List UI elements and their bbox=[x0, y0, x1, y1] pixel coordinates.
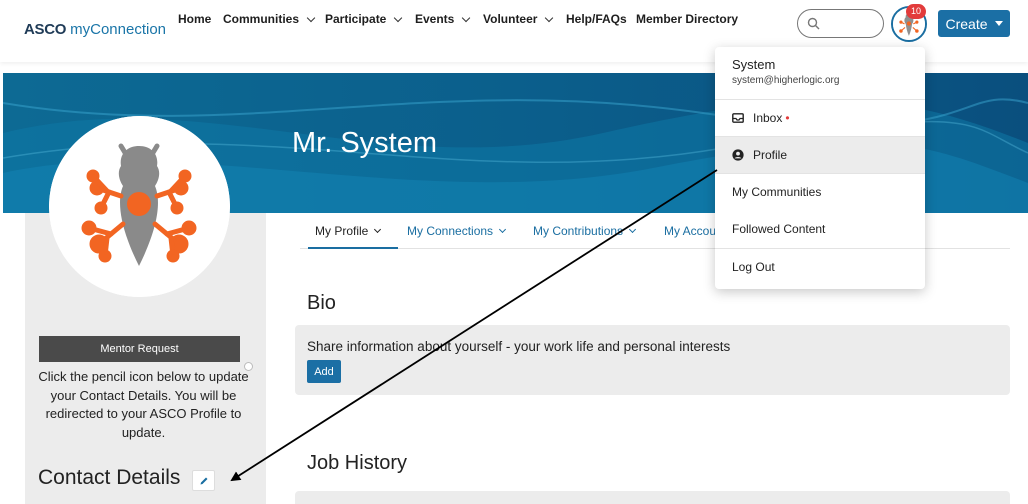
job-history-panel bbox=[295, 491, 1010, 504]
menu-item-log-out[interactable]: Log Out bbox=[715, 249, 925, 285]
active-tab-indicator bbox=[308, 247, 398, 249]
menu-item-inbox[interactable]: Inbox • bbox=[715, 100, 925, 136]
tab-my-account[interactable]: My Accou bbox=[664, 224, 716, 238]
tab-my-connections[interactable]: My Connections bbox=[407, 224, 507, 238]
tab-my-connections-label: My Connections bbox=[407, 224, 494, 238]
nav-help-label: Help/FAQs bbox=[566, 12, 627, 26]
create-button[interactable]: Create bbox=[938, 10, 1010, 37]
menu-item-log-out-label: Log Out bbox=[732, 260, 775, 274]
nav-member-directory-label: Member Directory bbox=[636, 12, 739, 26]
pencil-icon bbox=[200, 477, 207, 484]
profile-picture bbox=[49, 116, 230, 297]
site-logo[interactable]: ASCO myConnection bbox=[24, 21, 166, 38]
tab-my-contributions-label: My Contributions bbox=[533, 224, 624, 238]
profile-name: Mr. System bbox=[292, 127, 438, 159]
tab-my-profile[interactable]: My Profile bbox=[315, 224, 382, 238]
nav-events-label: Events bbox=[415, 12, 455, 26]
tab-my-account-label: My Accou bbox=[664, 224, 717, 238]
page: Mr. System ASCO myConnection Home Communi… bbox=[0, 0, 1028, 504]
contact-details-instructions: Click the pencil icon below to update yo… bbox=[38, 369, 249, 440]
nav-communities[interactable]: Communities bbox=[223, 12, 316, 26]
chevron-down-icon bbox=[629, 225, 637, 234]
inbox-icon bbox=[732, 112, 744, 124]
nav-home[interactable]: Home bbox=[178, 12, 211, 26]
nav-participate-label: Participate bbox=[325, 12, 387, 26]
job-history-heading: Job History bbox=[307, 452, 408, 474]
nav-volunteer[interactable]: Volunteer bbox=[483, 12, 554, 26]
nav-volunteer-label: Volunteer bbox=[483, 12, 538, 26]
contact-details-heading: Contact Details bbox=[38, 466, 181, 489]
nav-member-directory[interactable]: Member Directory bbox=[636, 12, 738, 26]
user-dropdown-menu: System system@higherlogic.org Inbox • Pr… bbox=[715, 47, 925, 289]
chevron-down-icon bbox=[394, 13, 403, 22]
search-icon bbox=[807, 17, 820, 30]
dropdown-user-email: system@higherlogic.org bbox=[732, 75, 840, 86]
notification-badge: 10 bbox=[906, 4, 926, 19]
menu-item-followed-content[interactable]: Followed Content bbox=[715, 211, 925, 247]
unread-indicator: • bbox=[785, 111, 790, 125]
bio-heading: Bio bbox=[307, 292, 336, 314]
chevron-down-icon bbox=[306, 13, 316, 22]
search-input[interactable] bbox=[797, 9, 884, 38]
logo-part-1: ASCO bbox=[24, 21, 67, 38]
chevron-down-icon bbox=[374, 225, 382, 234]
menu-item-inbox-label: Inbox bbox=[753, 111, 783, 125]
nav-participate[interactable]: Participate bbox=[325, 12, 403, 26]
chevron-down-icon bbox=[545, 13, 554, 22]
user-circle-icon bbox=[732, 149, 744, 161]
menu-item-followed-content-label: Followed Content bbox=[732, 222, 826, 236]
bio-placeholder-text: Share information about yourself - your … bbox=[307, 339, 731, 354]
nav-communities-label: Communities bbox=[223, 12, 300, 26]
nav-help-faqs[interactable]: Help/FAQs bbox=[566, 12, 627, 26]
avatar-image bbox=[49, 116, 230, 297]
caret-down-icon bbox=[994, 21, 1003, 26]
edit-contact-details-button[interactable] bbox=[192, 470, 215, 491]
dropdown-user-name: System bbox=[732, 57, 776, 72]
menu-item-profile-label: Profile bbox=[753, 148, 788, 162]
menu-item-my-communities[interactable]: My Communities bbox=[715, 174, 925, 210]
bio-panel bbox=[295, 325, 1010, 395]
add-bio-button[interactable]: Add bbox=[307, 360, 341, 383]
menu-item-my-communities-label: My Communities bbox=[732, 185, 822, 199]
mentor-request-button[interactable]: Mentor Request bbox=[39, 336, 240, 362]
tab-my-profile-label: My Profile bbox=[315, 224, 369, 238]
menu-item-profile[interactable]: Profile bbox=[715, 137, 925, 173]
nav-events[interactable]: Events bbox=[415, 12, 471, 26]
logo-part-2: myConnection bbox=[70, 21, 167, 38]
chevron-down-icon bbox=[462, 13, 471, 22]
chevron-down-icon bbox=[499, 225, 507, 234]
tab-my-contributions[interactable]: My Contributions bbox=[533, 224, 637, 238]
nav-home-label: Home bbox=[178, 12, 212, 26]
create-button-label: Create bbox=[945, 15, 988, 32]
